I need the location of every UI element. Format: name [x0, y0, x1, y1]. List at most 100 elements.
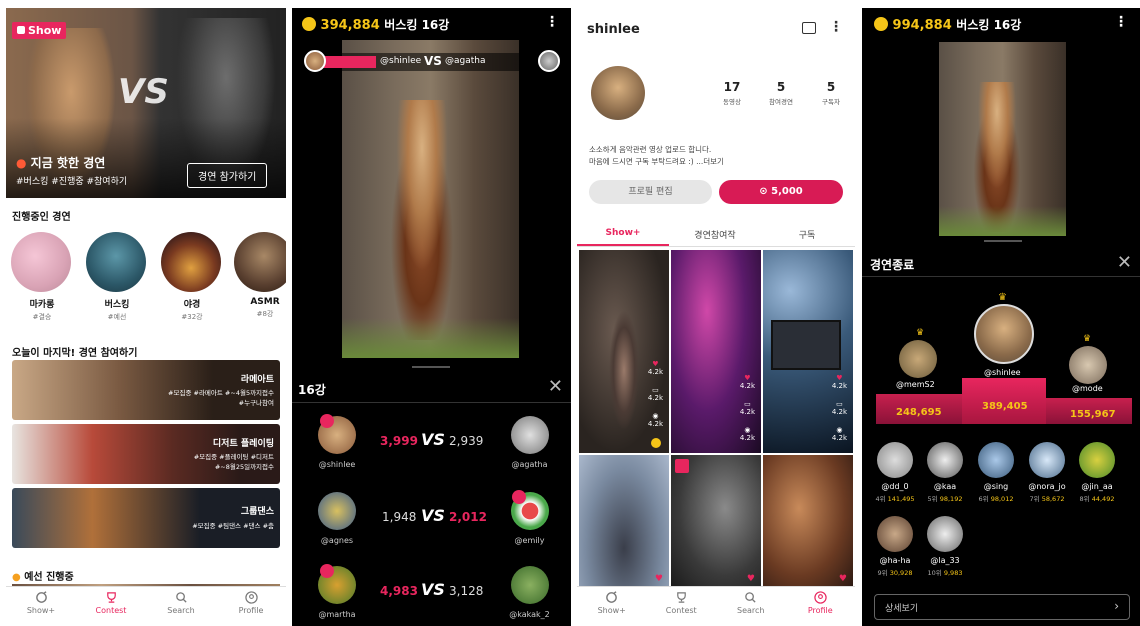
view-stat: ◉ 4.2k: [648, 412, 663, 428]
avatar: [877, 442, 913, 478]
banner-dessert-plating[interactable]: 디저트 플레이팅 #모집중 #플레이팅 #디저트 #~8월25일까지접수: [12, 424, 280, 484]
match-right[interactable]: @emily: [502, 490, 557, 545]
category-sub: #8강: [256, 310, 274, 318]
hero-banner[interactable]: Show VS ● 지금 핫한 경연 #버스킹 #진행중 #참여하기 경연 참가…: [6, 8, 286, 198]
banner-group-dance[interactable]: 그룹댄스 #모집중 #팀댄스 #댄스 #춤: [12, 488, 280, 548]
profile-icon: [244, 591, 258, 604]
profile-screen: shinlee ⋮ 17 동영상 5 참여경연 5 구독자 소소하게 음악관련 …: [577, 8, 855, 626]
match-left[interactable]: @shinlee: [312, 414, 362, 469]
category-asmr[interactable]: ASMR #8강: [234, 232, 286, 319]
tab-show-plus[interactable]: Show+: [577, 228, 669, 238]
comment-icon: ▭: [836, 400, 843, 408]
stat-subscribers[interactable]: 5 구독자: [811, 80, 851, 106]
heart-icon: ♥: [836, 374, 843, 382]
close-icon[interactable]: ✕: [1117, 252, 1132, 273]
join-contest-button[interactable]: 경연 참가하기: [187, 163, 268, 188]
profile-username: shinlee: [587, 22, 640, 37]
podium-avatar-1st[interactable]: [974, 304, 1034, 364]
match-left[interactable]: @martha: [312, 564, 362, 619]
panel-title: 16강: [298, 383, 326, 397]
more-options-icon[interactable]: ⋮: [829, 19, 843, 35]
nav-profile[interactable]: Profile: [216, 587, 286, 626]
nav-label: Contest: [95, 606, 127, 615]
play-icon[interactable]: [802, 22, 816, 34]
stat-contests[interactable]: 5 참여경연: [761, 80, 801, 106]
trophy-icon: ●: [12, 572, 21, 583]
nav-show-plus[interactable]: Show+: [6, 587, 76, 626]
winner-video[interactable]: [939, 42, 1066, 236]
battle-video[interactable]: [342, 40, 519, 358]
rank-points: 141,495: [887, 495, 915, 503]
rank-item[interactable]: @jin_aa 8위 44,492: [1076, 442, 1118, 503]
rank-item[interactable]: @la_33 10위 9,983: [924, 516, 966, 577]
rank-item[interactable]: @sing 6위 98,012: [975, 442, 1017, 503]
bottom-nav: Show+ Contest Search Profile: [6, 586, 286, 626]
avatar: [1079, 442, 1115, 478]
rank-item[interactable]: @kaa 5위 98,192: [924, 442, 966, 503]
heart-icon: ♥: [652, 360, 659, 368]
comment-count: 4.2k: [647, 394, 663, 402]
video-thumb[interactable]: ♥: [671, 455, 761, 588]
hero-tags: #버스킹 #진행중 #참여하기: [16, 177, 128, 187]
match-row[interactable]: @martha 4,983 VS 3,128 @kakak_2: [292, 564, 571, 626]
vs-avatar-right[interactable]: [538, 50, 560, 72]
singer-figure: [609, 310, 639, 430]
video-thumb[interactable]: ♥: [763, 455, 853, 588]
rank-item[interactable]: @ha-ha 9위 30,928: [874, 516, 916, 577]
rank-position: 10위: [927, 569, 942, 577]
edit-profile-button[interactable]: 프로필 편집: [589, 180, 712, 204]
drag-handle[interactable]: [984, 240, 1022, 242]
podium-avatar-3rd[interactable]: [1069, 346, 1107, 384]
rank-item[interactable]: @nora_jo 7위 58,672: [1026, 442, 1068, 503]
rank-score: 8위 44,492: [1076, 493, 1118, 503]
match-right[interactable]: @agatha: [502, 416, 557, 469]
match-left-name: @martha: [318, 610, 356, 619]
vs-progress: [322, 56, 376, 68]
more-options-icon[interactable]: ⋮: [1114, 14, 1128, 30]
rank-points: 98,012: [990, 495, 1014, 503]
video-thumb[interactable]: ♥ 4.2k ▭ 4.2k ◉ 4.2k: [579, 250, 669, 453]
tab-contest-entries[interactable]: 경연참여작: [669, 228, 761, 241]
nav-label: Show+: [26, 606, 56, 615]
category-macaron[interactable]: 마카롱 #결승: [11, 232, 73, 322]
banner-tags: #모집중 #팀댄스 #댄스 #춤: [192, 522, 274, 530]
nav-contest[interactable]: Contest: [647, 587, 717, 626]
profile-avatar[interactable]: [591, 66, 645, 120]
nav-search[interactable]: Search: [146, 587, 216, 626]
eye-icon: ◉: [744, 426, 751, 434]
video-thumb[interactable]: ♥ 4.2k ▭ 4.2k ◉ 4.2k: [763, 250, 853, 453]
contest-home-screen: Show VS ● 지금 핫한 경연 #버스킹 #진행중 #참여하기 경연 참가…: [6, 8, 286, 626]
nav-search[interactable]: Search: [716, 587, 786, 626]
stat-videos[interactable]: 17 동영상: [712, 80, 752, 106]
category-name: 버스킹: [104, 300, 130, 310]
drag-handle[interactable]: [412, 366, 450, 368]
rank-name: @ha-ha: [879, 556, 911, 565]
match-row[interactable]: @agnes 1,948 VS 2,012 @emily: [292, 490, 571, 562]
bio-line2[interactable]: 마음에 드시면 구독 부탁드려요 :) ...더보기: [589, 156, 724, 167]
match-left[interactable]: @agnes: [312, 492, 362, 545]
category-busking[interactable]: 버스킹 #예선: [86, 232, 148, 322]
match-row[interactable]: @shinlee 3,999 VS 2,939 @agatha: [292, 414, 571, 486]
more-details-button[interactable]: 상세보기 ›: [874, 594, 1130, 620]
rank-position: 6위: [978, 495, 989, 503]
vs-avatar-left[interactable]: [304, 50, 326, 72]
tab-subscriptions[interactable]: 구독: [761, 228, 853, 241]
category-nightview[interactable]: 야경 #32강: [161, 232, 223, 322]
nav-profile[interactable]: Profile: [786, 587, 856, 626]
match-right-name: @emily: [514, 536, 545, 545]
more-details-label: 상세보기: [885, 604, 919, 614]
vs-user2: @agatha: [445, 56, 486, 66]
video-thumb[interactable]: ♥: [579, 455, 669, 588]
nav-show-plus[interactable]: Show+: [577, 587, 647, 626]
close-icon[interactable]: ✕: [548, 376, 563, 397]
avatar: [510, 566, 549, 604]
banner-latte-art[interactable]: 라메아트 #모집중 #라메아트 #~4월5까지접수 #누구나참여: [12, 360, 280, 420]
view-stat: ◉ 4.2k: [832, 426, 847, 442]
nav-contest[interactable]: Contest: [76, 587, 146, 626]
video-thumb[interactable]: ♥ 4.2k ▭ 4.2k ◉ 4.2k: [671, 250, 761, 453]
podium-avatar-2nd[interactable]: [899, 340, 937, 378]
rank-item[interactable]: @dd_0 4위 141,495: [874, 442, 916, 503]
more-options-icon[interactable]: ⋮: [545, 14, 559, 30]
match-right[interactable]: @kakak_2: [502, 566, 557, 619]
coin-button[interactable]: ⊙ 5,000: [719, 180, 843, 204]
